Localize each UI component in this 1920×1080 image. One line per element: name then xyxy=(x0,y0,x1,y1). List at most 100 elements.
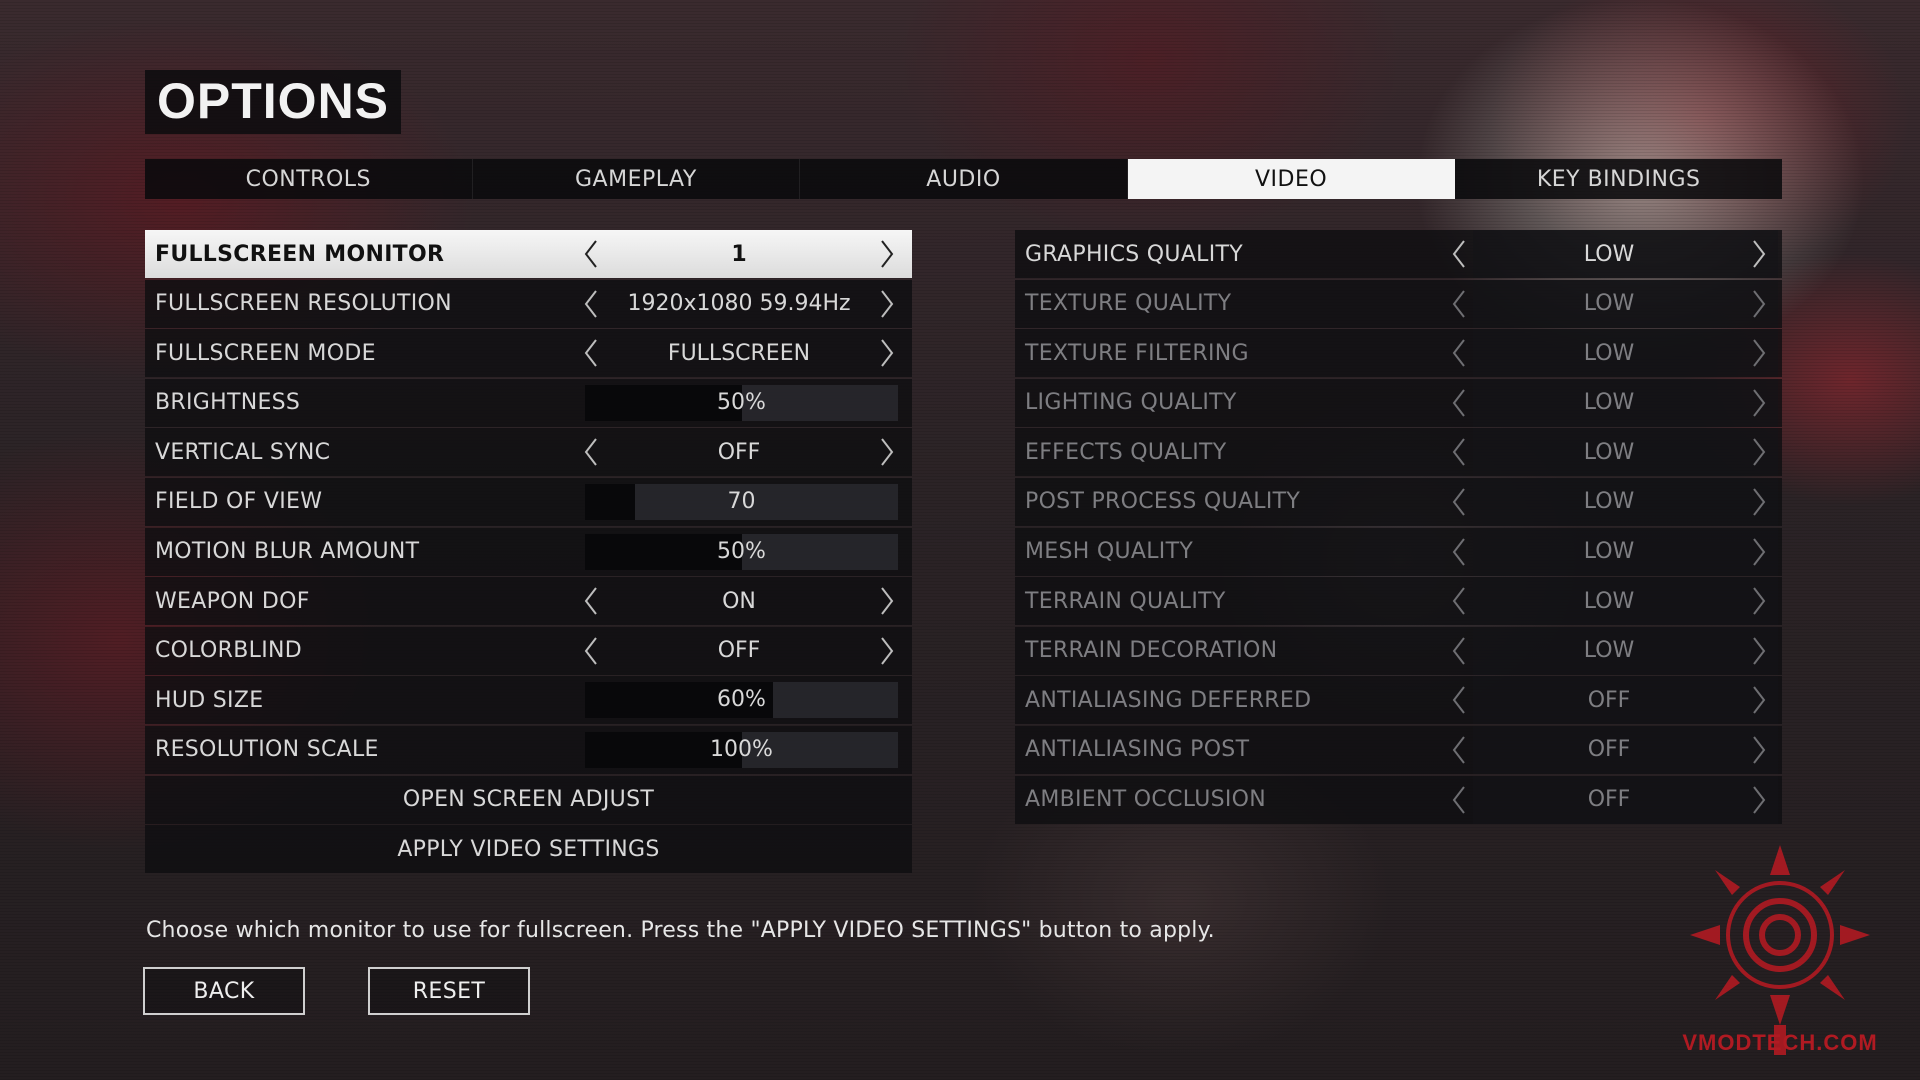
chevron-right-icon[interactable] xyxy=(873,577,901,625)
chevron-right-icon xyxy=(1745,280,1773,328)
setting-row-effects-quality: EFFECTS QUALITY LOW xyxy=(1015,428,1782,477)
slider-value: 100% xyxy=(710,736,773,762)
chevron-right-icon[interactable] xyxy=(873,280,901,328)
tab-key-bindings[interactable]: KEY BINDINGS xyxy=(1455,159,1782,199)
setting-row-antialiasing-deferred: ANTIALIASING DEFERRED OFF xyxy=(1015,676,1782,725)
setting-value: 1 xyxy=(731,241,747,267)
slider-value: 70 xyxy=(727,488,756,514)
chevron-left-icon[interactable] xyxy=(577,329,605,377)
video-settings-left-panel: FULLSCREEN MONITOR 1 FULLSCREEN RESOLUTION… xyxy=(145,230,912,875)
setting-row-colorblind[interactable]: COLORBLIND OFF xyxy=(145,626,912,675)
chevron-right-icon xyxy=(1745,577,1773,625)
chevron-left-icon xyxy=(1445,379,1473,427)
watermark-text: VMODTECH.COM xyxy=(1682,1030,1878,1055)
chevron-left-icon xyxy=(1445,280,1473,328)
slider-track[interactable]: 100% xyxy=(585,731,898,768)
setting-value: LOW xyxy=(1583,241,1635,267)
chevron-left-icon xyxy=(1445,329,1473,377)
slider-track[interactable]: 50% xyxy=(585,533,898,570)
chevron-right-icon[interactable] xyxy=(1745,230,1773,278)
open-screen-adjust-button[interactable]: OPEN SCREEN ADJUST xyxy=(145,775,912,824)
setting-label: ANTIALIASING DEFERRED xyxy=(1025,687,1312,713)
setting-value: OFF xyxy=(717,439,761,465)
chevron-left-icon xyxy=(1445,776,1473,824)
chevron-left-icon[interactable] xyxy=(577,230,605,278)
setting-label: TEXTURE QUALITY xyxy=(1025,291,1232,317)
setting-row-brightness[interactable]: BRIGHTNESS 50% xyxy=(145,378,912,427)
setting-value: OFF xyxy=(1587,687,1631,713)
setting-value: LOW xyxy=(1583,291,1635,317)
setting-row-post-process-quality: POST PROCESS QUALITY LOW xyxy=(1015,477,1782,526)
chevron-left-icon[interactable] xyxy=(577,428,605,476)
setting-label: TEXTURE FILTERING xyxy=(1025,340,1249,366)
chevron-left-icon[interactable] xyxy=(577,627,605,675)
slider-value: 60% xyxy=(717,687,766,713)
chevron-right-icon xyxy=(1745,726,1773,774)
setting-label: LIGHTING QUALITY xyxy=(1025,390,1237,416)
chevron-left-icon xyxy=(1445,478,1473,526)
setting-label: POST PROCESS QUALITY xyxy=(1025,489,1301,515)
setting-value: FULLSCREEN xyxy=(667,340,811,366)
setting-row-field-of-view[interactable]: FIELD OF VIEW 70 xyxy=(145,477,912,526)
setting-label: RESOLUTION SCALE xyxy=(155,737,379,763)
chevron-right-icon[interactable] xyxy=(873,230,901,278)
apply-video-settings-button[interactable]: APPLY VIDEO SETTINGS xyxy=(145,825,912,874)
setting-value: OFF xyxy=(717,638,761,664)
tab-audio[interactable]: AUDIO xyxy=(800,159,1128,199)
setting-label: WEAPON DOF xyxy=(155,588,310,614)
setting-row-resolution-scale[interactable]: RESOLUTION SCALE 100% xyxy=(145,725,912,774)
slider-track[interactable]: 50% xyxy=(585,384,898,421)
chevron-right-icon[interactable] xyxy=(873,627,901,675)
setting-row-motion-blur-amount[interactable]: MOTION BLUR AMOUNT 50% xyxy=(145,527,912,576)
setting-row-weapon-dof[interactable]: WEAPON DOF ON xyxy=(145,577,912,626)
setting-row-lighting-quality: LIGHTING QUALITY LOW xyxy=(1015,378,1782,427)
setting-label: FULLSCREEN RESOLUTION xyxy=(155,291,452,317)
chevron-right-icon xyxy=(1745,676,1773,724)
setting-row-terrain-decoration: TERRAIN DECORATION LOW xyxy=(1015,626,1782,675)
setting-row-graphics-quality[interactable]: GRAPHICS QUALITY LOW xyxy=(1015,230,1782,278)
setting-label: ANTIALIASING POST xyxy=(1025,737,1250,763)
chevron-right-icon xyxy=(1745,776,1773,824)
setting-label: EFFECTS QUALITY xyxy=(1025,439,1227,465)
setting-label: VERTICAL SYNC xyxy=(155,439,331,465)
chevron-left-icon[interactable] xyxy=(1445,230,1473,278)
slider-track[interactable]: 60% xyxy=(585,682,898,719)
slider-track[interactable]: 70 xyxy=(585,483,898,520)
tab-gameplay[interactable]: GAMEPLAY xyxy=(473,159,801,199)
slider-value: 50% xyxy=(717,538,766,564)
setting-label: COLORBLIND xyxy=(155,638,302,664)
chevron-right-icon[interactable] xyxy=(873,428,901,476)
reset-button[interactable]: RESET xyxy=(368,967,530,1015)
chevron-left-icon xyxy=(1445,428,1473,476)
chevron-left-icon xyxy=(1445,726,1473,774)
setting-label: TERRAIN QUALITY xyxy=(1025,588,1226,614)
chevron-left-icon xyxy=(1445,627,1473,675)
setting-row-fullscreen-resolution[interactable]: FULLSCREEN RESOLUTION 1920x1080 59.94Hz xyxy=(145,279,912,328)
setting-row-vertical-sync[interactable]: VERTICAL SYNC OFF xyxy=(145,428,912,477)
setting-label: BRIGHTNESS xyxy=(155,390,301,416)
setting-label: GRAPHICS QUALITY xyxy=(1025,241,1243,267)
setting-row-hud-size[interactable]: HUD SIZE 60% xyxy=(145,676,912,725)
setting-row-fullscreen-monitor[interactable]: FULLSCREEN MONITOR 1 xyxy=(145,230,912,278)
setting-value: OFF xyxy=(1587,787,1631,813)
chevron-right-icon xyxy=(1745,478,1773,526)
setting-row-ambient-occlusion: AMBIENT OCCLUSION OFF xyxy=(1015,775,1782,824)
back-button[interactable]: BACK xyxy=(143,967,305,1015)
chevron-right-icon xyxy=(1745,428,1773,476)
chevron-left-icon xyxy=(1445,528,1473,576)
setting-row-texture-quality: TEXTURE QUALITY LOW xyxy=(1015,279,1782,328)
chevron-left-icon[interactable] xyxy=(577,280,605,328)
setting-row-fullscreen-mode[interactable]: FULLSCREEN MODE FULLSCREEN xyxy=(145,329,912,378)
chevron-right-icon xyxy=(1745,379,1773,427)
chevron-right-icon xyxy=(1745,329,1773,377)
chevron-right-icon[interactable] xyxy=(873,329,901,377)
tab-video[interactable]: VIDEO xyxy=(1127,159,1456,199)
tab-controls[interactable]: CONTROLS xyxy=(145,159,473,199)
chevron-left-icon[interactable] xyxy=(577,577,605,625)
setting-label: MESH QUALITY xyxy=(1025,539,1194,565)
setting-label: AMBIENT OCCLUSION xyxy=(1025,787,1267,813)
setting-value: LOW xyxy=(1583,439,1635,465)
chevron-left-icon xyxy=(1445,676,1473,724)
graphics-quality-right-panel: GRAPHICS QUALITY LOW TEXTURE QUALITY LOW TEX… xyxy=(1015,230,1782,825)
page-title: OPTIONS xyxy=(145,70,402,134)
